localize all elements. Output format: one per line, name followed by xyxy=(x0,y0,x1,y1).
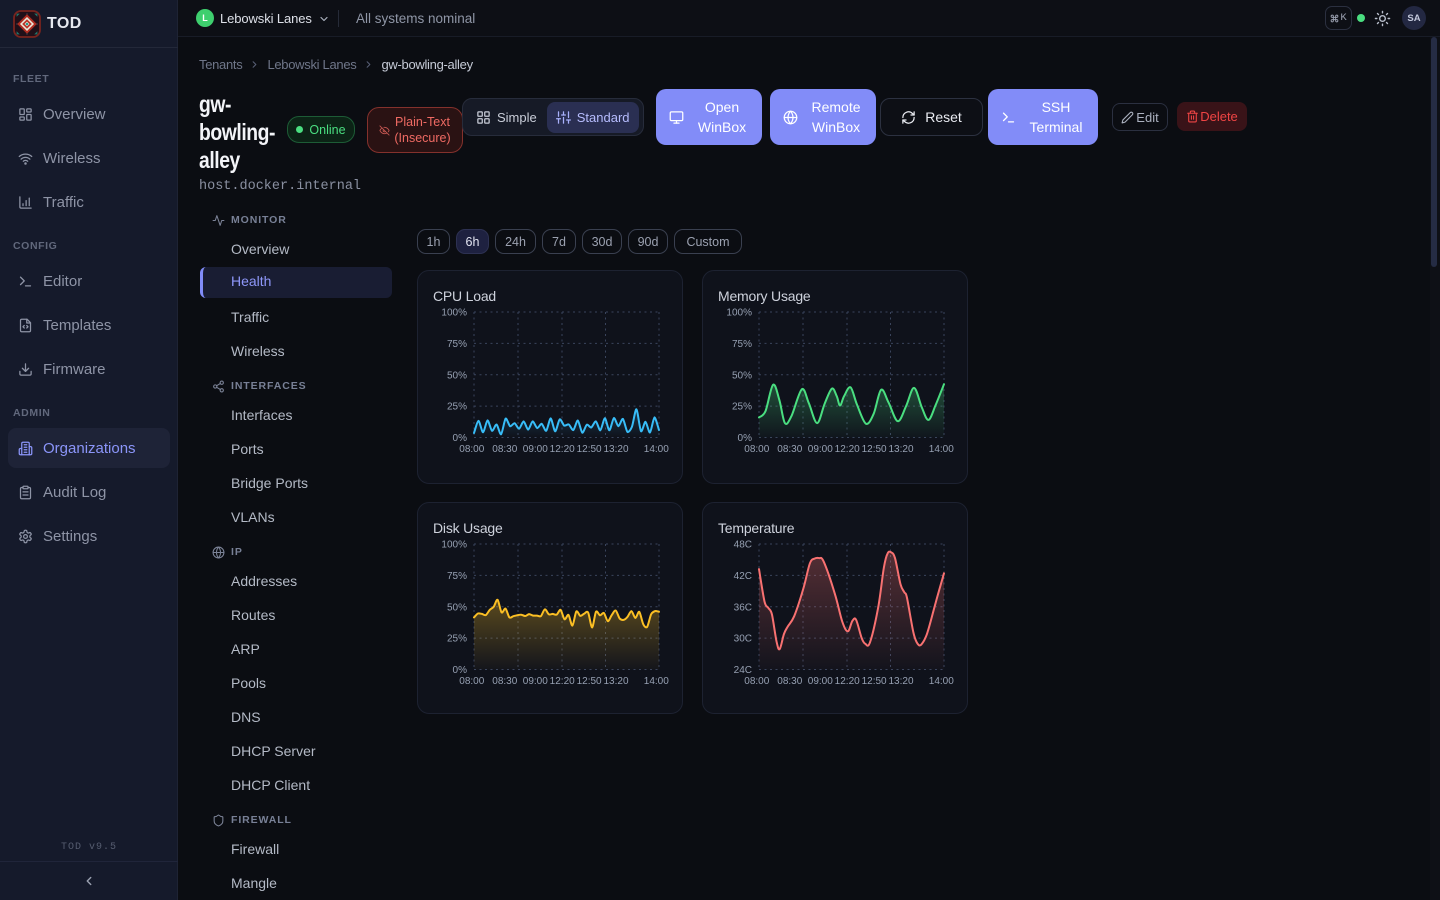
svg-text:25%: 25% xyxy=(447,634,467,645)
svg-text:14:00: 14:00 xyxy=(929,444,954,455)
svg-text:08:00: 08:00 xyxy=(459,676,484,687)
svg-text:12:50: 12:50 xyxy=(862,444,887,455)
svg-text:09:00: 09:00 xyxy=(808,444,833,455)
svg-text:08:30: 08:30 xyxy=(777,444,802,455)
svg-text:25%: 25% xyxy=(447,402,467,413)
svg-text:12:20: 12:20 xyxy=(835,676,860,687)
svg-text:08:30: 08:30 xyxy=(492,444,517,455)
svg-text:75%: 75% xyxy=(447,339,467,350)
svg-text:08:00: 08:00 xyxy=(744,444,769,455)
svg-text:09:00: 09:00 xyxy=(523,676,548,687)
svg-text:0%: 0% xyxy=(453,665,468,676)
svg-text:50%: 50% xyxy=(447,602,467,613)
svg-text:12:50: 12:50 xyxy=(862,676,887,687)
svg-text:100%: 100% xyxy=(441,540,467,551)
svg-text:50%: 50% xyxy=(732,370,752,381)
svg-text:12:20: 12:20 xyxy=(835,444,860,455)
svg-text:14:00: 14:00 xyxy=(929,676,954,687)
svg-text:13:20: 13:20 xyxy=(603,676,628,687)
svg-text:12:20: 12:20 xyxy=(550,676,575,687)
svg-text:30C: 30C xyxy=(734,634,752,645)
svg-text:08:00: 08:00 xyxy=(459,444,484,455)
svg-text:13:20: 13:20 xyxy=(603,444,628,455)
svg-text:48C: 48C xyxy=(734,540,752,551)
svg-text:08:00: 08:00 xyxy=(744,676,769,687)
svg-text:24C: 24C xyxy=(734,665,752,676)
svg-text:14:00: 14:00 xyxy=(644,676,669,687)
svg-text:100%: 100% xyxy=(726,308,752,319)
svg-text:14:00: 14:00 xyxy=(644,444,669,455)
svg-text:08:30: 08:30 xyxy=(777,676,802,687)
svg-text:12:50: 12:50 xyxy=(577,676,602,687)
svg-text:75%: 75% xyxy=(732,339,752,350)
svg-text:12:20: 12:20 xyxy=(550,444,575,455)
svg-text:13:20: 13:20 xyxy=(888,676,913,687)
svg-text:100%: 100% xyxy=(441,308,467,319)
svg-text:0%: 0% xyxy=(453,433,468,444)
svg-text:13:20: 13:20 xyxy=(888,444,913,455)
svg-text:0%: 0% xyxy=(738,433,753,444)
svg-text:08:30: 08:30 xyxy=(492,676,517,687)
svg-text:75%: 75% xyxy=(447,571,467,582)
svg-text:12:50: 12:50 xyxy=(577,444,602,455)
svg-text:50%: 50% xyxy=(447,370,467,381)
svg-text:42C: 42C xyxy=(734,571,752,582)
svg-text:09:00: 09:00 xyxy=(808,676,833,687)
svg-text:09:00: 09:00 xyxy=(523,444,548,455)
svg-text:36C: 36C xyxy=(734,602,752,613)
svg-text:25%: 25% xyxy=(732,402,752,413)
